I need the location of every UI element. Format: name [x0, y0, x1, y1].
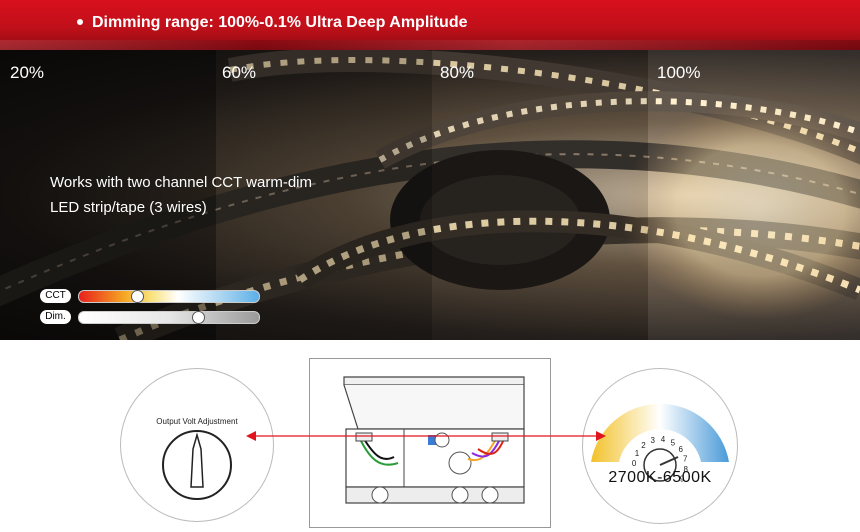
led-strip-photo: 20% 60% 80% 100% Works with two channel …	[0, 50, 860, 340]
cct-slider-track[interactable]	[78, 290, 260, 303]
cct-slider[interactable]: CCT	[40, 289, 260, 303]
level-100: 100%	[657, 63, 701, 82]
caption: Works with two channel CCT warm-dim LED …	[50, 170, 312, 220]
caption-line-2: LED strip/tape (3 wires)	[50, 199, 207, 216]
level-80: 80%	[440, 63, 475, 82]
dim-slider[interactable]: Dim.	[40, 310, 260, 324]
double-arrow-icon	[246, 431, 606, 441]
level-60: 60%	[222, 63, 257, 82]
dim-slider-knob[interactable]	[191, 311, 205, 324]
banner-title: Dimming range: 100%-0.1% Ultra Deep Ampl…	[92, 14, 468, 31]
shade-80	[432, 50, 648, 340]
dim-slider-track[interactable]	[78, 311, 260, 324]
level-20: 20%	[10, 63, 45, 82]
cct-slider-label: CCT	[40, 289, 71, 303]
dim-slider-label: Dim.	[40, 310, 71, 324]
cct-slider-knob[interactable]	[130, 290, 144, 303]
shade-100	[648, 50, 860, 340]
caption-line-1: Works with two channel CCT warm-dim	[50, 174, 313, 191]
wiring-diagram: Output Volt Adjustment 0 1 2 3 4 5 6 7 8…	[0, 340, 860, 528]
